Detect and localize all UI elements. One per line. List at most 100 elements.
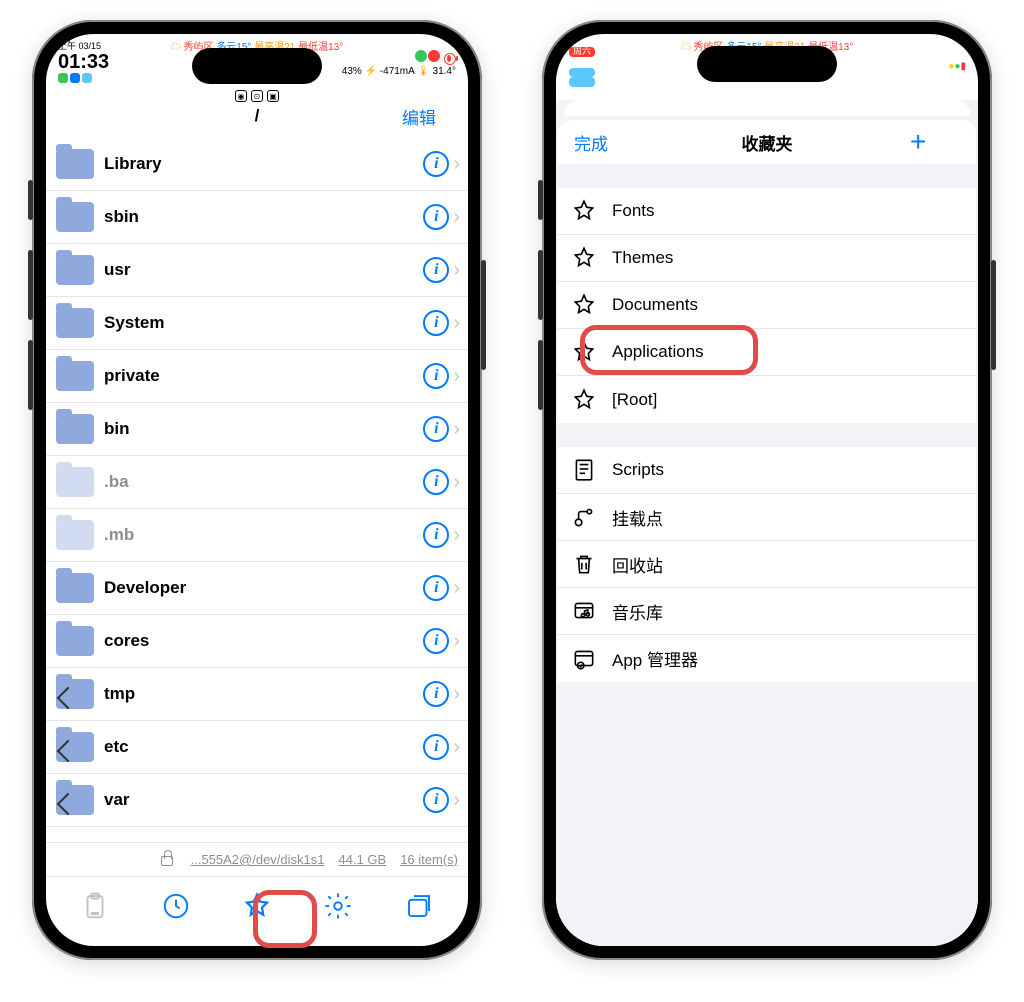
favorites-list: Fonts ThemesDocumentsApplications [Root]	[558, 188, 976, 423]
file-row[interactable]: privatei›	[46, 350, 468, 403]
system-shortcuts-list: Scripts 挂载点回收站音乐库 App 管理器	[558, 447, 976, 682]
folder-icon	[56, 361, 94, 391]
music-icon	[570, 597, 598, 625]
folder-icon	[56, 679, 94, 709]
favorite-row[interactable]: Documents	[558, 282, 976, 329]
shortcut-row[interactable]: 回收站	[558, 541, 976, 588]
favorite-row[interactable]: Fonts	[558, 188, 976, 235]
chevron-right-icon: ›	[453, 153, 460, 176]
favorite-label: [Root]	[612, 390, 657, 410]
battery-percent: 43%	[342, 66, 362, 77]
folder-icon	[56, 308, 94, 338]
file-row[interactable]: sbini›	[46, 191, 468, 244]
statusbar-indicators	[58, 73, 109, 86]
file-row[interactable]: .bai›	[46, 456, 468, 509]
star-icon	[570, 386, 598, 414]
file-label: .ba	[104, 472, 423, 492]
tab-windows[interactable]	[399, 886, 439, 926]
background-sheet	[564, 100, 970, 116]
folder-icon	[56, 414, 94, 444]
file-label: Library	[104, 154, 423, 174]
shortcut-label: App 管理器	[612, 646, 698, 671]
item-count[interactable]: 16 item(s)	[400, 852, 458, 867]
file-list[interactable]: Libraryi›sbini›usri›Systemi›privatei›bin…	[46, 138, 468, 842]
file-row[interactable]: etci›	[46, 721, 468, 774]
dynamic-island	[697, 46, 837, 82]
file-row[interactable]: vari›	[46, 774, 468, 827]
chevron-right-icon: ›	[453, 365, 460, 388]
favorite-label: Fonts	[612, 201, 655, 221]
disk-size[interactable]: 44.1 GB	[339, 852, 387, 867]
tab-favorites[interactable]	[237, 886, 277, 926]
chevron-right-icon: ›	[453, 524, 460, 547]
appmgr-icon	[570, 645, 598, 673]
info-button[interactable]: i	[423, 310, 449, 336]
trash-icon	[570, 550, 598, 578]
file-label: cores	[104, 631, 423, 651]
chevron-right-icon: ›	[453, 418, 460, 441]
file-row[interactable]: tmpi›	[46, 668, 468, 721]
file-row[interactable]: usri›	[46, 244, 468, 297]
info-button[interactable]: i	[423, 204, 449, 230]
nav-title: /	[255, 106, 260, 126]
file-row[interactable]: .mbi›	[46, 509, 468, 562]
info-button[interactable]: i	[423, 787, 449, 813]
chevron-right-icon: ›	[453, 577, 460, 600]
chevron-right-icon: ›	[453, 789, 460, 812]
file-row[interactable]: bini›	[46, 403, 468, 456]
info-button[interactable]: i	[423, 469, 449, 495]
favorite-row[interactable]: Themes	[558, 235, 976, 282]
info-button[interactable]: i	[423, 522, 449, 548]
favorite-row[interactable]: Applications	[558, 329, 976, 376]
chevron-right-icon: ›	[453, 736, 460, 759]
folder-icon	[56, 202, 94, 232]
tab-settings[interactable]	[318, 886, 358, 926]
chevron-right-icon: ›	[453, 312, 460, 335]
modal-nav-bar: 完成 收藏夹 +	[558, 120, 976, 164]
file-row[interactable]: Developeri›	[46, 562, 468, 615]
shortcut-label: 回收站	[612, 552, 663, 577]
phone-left: ☁ 秀屿区 多云15° 最高温21 最低温13° 上午 03/15 01:33 …	[32, 20, 482, 960]
shortcut-row[interactable]: 挂载点	[558, 494, 976, 541]
info-button[interactable]: i	[423, 628, 449, 654]
info-button[interactable]: i	[423, 257, 449, 283]
chevron-right-icon: ›	[453, 206, 460, 229]
shortcut-row[interactable]: 音乐库	[558, 588, 976, 635]
info-button[interactable]: i	[423, 575, 449, 601]
battery-current: -471mA	[380, 66, 414, 77]
shortcut-row[interactable]: App 管理器	[558, 635, 976, 682]
disk-path[interactable]: ...555A2@/dev/disk1s1	[191, 852, 325, 867]
done-button[interactable]: 完成	[574, 130, 624, 155]
star-icon	[570, 338, 598, 366]
modal-title: 收藏夹	[742, 130, 793, 155]
folder-icon	[56, 149, 94, 179]
tab-recent[interactable]	[156, 886, 196, 926]
shortcut-row[interactable]: Scripts	[558, 447, 976, 494]
info-button[interactable]: i	[423, 734, 449, 760]
statusbar-icons: ●●▮	[948, 61, 966, 73]
file-label: var	[104, 790, 423, 810]
tab-clipboard[interactable]	[75, 886, 115, 926]
file-label: tmp	[104, 684, 423, 704]
file-label: etc	[104, 737, 423, 757]
folder-icon	[56, 626, 94, 656]
add-button[interactable]: +	[910, 128, 960, 156]
shortcut-label: Scripts	[612, 460, 664, 480]
info-button[interactable]: i	[423, 681, 449, 707]
dynamic-island	[192, 48, 322, 84]
file-row[interactable]: coresi›	[46, 615, 468, 668]
folder-icon	[56, 573, 94, 603]
info-button[interactable]: i	[423, 151, 449, 177]
bottom-info-bar[interactable]: ...555A2@/dev/disk1s1 44.1 GB 16 item(s)	[46, 842, 468, 876]
file-label: bin	[104, 419, 423, 439]
info-button[interactable]: i	[423, 363, 449, 389]
edit-button[interactable]: 编辑	[402, 104, 452, 129]
file-row[interactable]: Libraryi›	[46, 138, 468, 191]
file-row[interactable]: Systemi›	[46, 297, 468, 350]
info-button[interactable]: i	[423, 416, 449, 442]
file-label: usr	[104, 260, 423, 280]
chevron-right-icon: ›	[453, 630, 460, 653]
star-icon	[570, 197, 598, 225]
tab-bar	[46, 876, 468, 946]
favorite-row[interactable]: [Root]	[558, 376, 976, 423]
